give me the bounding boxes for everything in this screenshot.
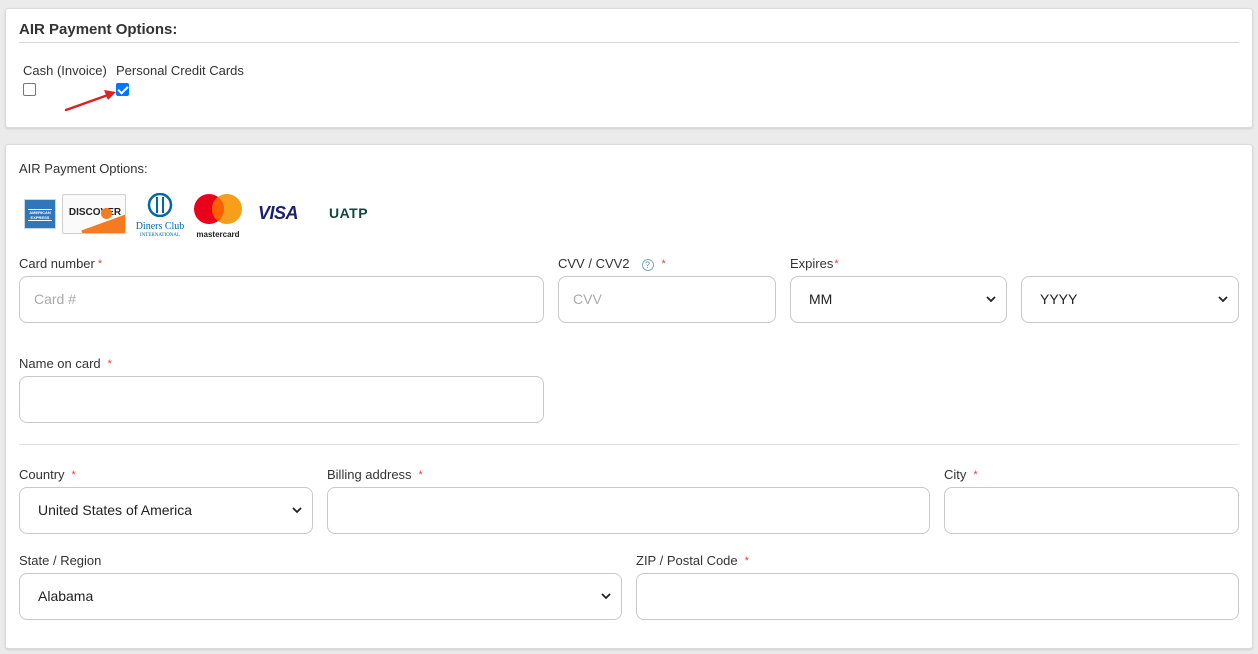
name-on-card-label-text: Name on card (19, 356, 101, 371)
chevron-down-icon (292, 507, 302, 514)
card-number-label-text: Card number (19, 256, 95, 271)
payment-options-panel: AIR Payment Options: Cash (Invoice) Pers… (5, 8, 1253, 128)
required-marker: * (97, 258, 103, 270)
expires-field: Expires* MM (790, 255, 1007, 325)
country-label: Country * (19, 466, 313, 484)
expires-month-select[interactable]: MM (790, 276, 1007, 323)
state-region-value: Alabama (38, 588, 94, 604)
amex-logo: AMERICAN EXPRESS (24, 199, 56, 229)
diners-club-logo: Diners Club INTERNATIONAL (130, 192, 190, 238)
expires-month-value: MM (809, 291, 833, 307)
amex-text: AMERICAN EXPRESS (28, 209, 52, 221)
mastercard-text: mastercard (196, 230, 240, 239)
country-value: United States of America (38, 502, 193, 518)
required-marker: * (744, 555, 749, 567)
chevron-down-icon (601, 593, 611, 600)
required-marker: * (661, 258, 666, 270)
mastercard-circles (194, 194, 242, 224)
cvv-field: CVV / CVV2? * CVV (558, 255, 776, 325)
diners-club-icon (147, 192, 173, 218)
expires-year-value: YYYY (1040, 291, 1078, 307)
billing-address-input[interactable] (327, 487, 930, 534)
state-region-select[interactable]: Alabama (19, 573, 622, 620)
uatp-logo: UATP (329, 205, 369, 221)
state-region-field: State / Region Alabama (19, 552, 622, 622)
country-label-text: Country (19, 467, 65, 482)
zip-label: ZIP / Postal Code * (636, 552, 1239, 570)
chevron-down-icon (986, 296, 996, 303)
city-label-text: City (944, 467, 967, 482)
diners-club-subtext: INTERNATIONAL (140, 233, 180, 238)
discover-logo: DISCOVER (62, 194, 126, 234)
help-icon[interactable]: ? (641, 258, 654, 271)
personal-credit-cards-option: Personal Credit Cards (116, 63, 244, 96)
diners-club-text: Diners Club (135, 221, 185, 232)
cash-invoice-label: Cash (Invoice) (23, 63, 107, 78)
state-region-label: State / Region (19, 552, 622, 570)
billing-address-label-text: Billing address (327, 467, 412, 482)
card-number-label: Card number * (19, 255, 544, 273)
name-on-card-input[interactable] (19, 376, 544, 423)
card-number-field: Card number * Card # (19, 255, 544, 325)
required-marker: * (107, 358, 112, 370)
name-on-card-field: Name on card * (19, 355, 544, 425)
expires-year-field: YYYY (1021, 255, 1239, 325)
country-select[interactable]: United States of America (19, 487, 313, 534)
city-input[interactable] (944, 487, 1239, 534)
section-divider (19, 444, 1239, 445)
red-arrow-annotation (64, 90, 116, 112)
required-marker: * (71, 469, 76, 481)
cash-invoice-checkbox[interactable] (23, 83, 36, 96)
expires-label: Expires* (790, 255, 1007, 273)
required-marker: * (418, 469, 423, 481)
billing-address-field: Billing address * (327, 466, 930, 536)
name-on-card-label: Name on card * (19, 355, 544, 373)
city-field: City * (944, 466, 1239, 536)
cvv-label: CVV / CVV2? * (558, 255, 776, 273)
billing-address-label: Billing address * (327, 466, 930, 484)
zip-field: ZIP / Postal Code * (636, 552, 1239, 622)
credit-card-panel: AIR Payment Options: AMERICAN EXPRESS DI… (5, 144, 1253, 649)
cvv-label-text: CVV / CVV2 (558, 256, 630, 271)
state-region-label-text: State / Region (19, 553, 102, 568)
required-marker: * (973, 469, 978, 481)
personal-credit-cards-label: Personal Credit Cards (116, 63, 244, 78)
visa-logo: VISA (258, 203, 299, 223)
expires-year-select[interactable]: YYYY (1021, 276, 1239, 323)
section-title: AIR Payment Options: (19, 21, 1239, 43)
cvv-input[interactable]: CVV (558, 276, 776, 323)
required-marker: * (834, 258, 839, 270)
country-field: Country * United States of America (19, 466, 313, 536)
city-label: City * (944, 466, 1239, 484)
expires-label-text: Expires (790, 256, 834, 271)
zip-label-text: ZIP / Postal Code (636, 553, 738, 568)
zip-input[interactable] (636, 573, 1239, 620)
mastercard-logo: mastercard (192, 193, 244, 239)
chevron-down-icon (1218, 296, 1228, 303)
card-section-title: AIR Payment Options: (19, 161, 148, 176)
card-number-input[interactable]: Card # (19, 276, 544, 323)
